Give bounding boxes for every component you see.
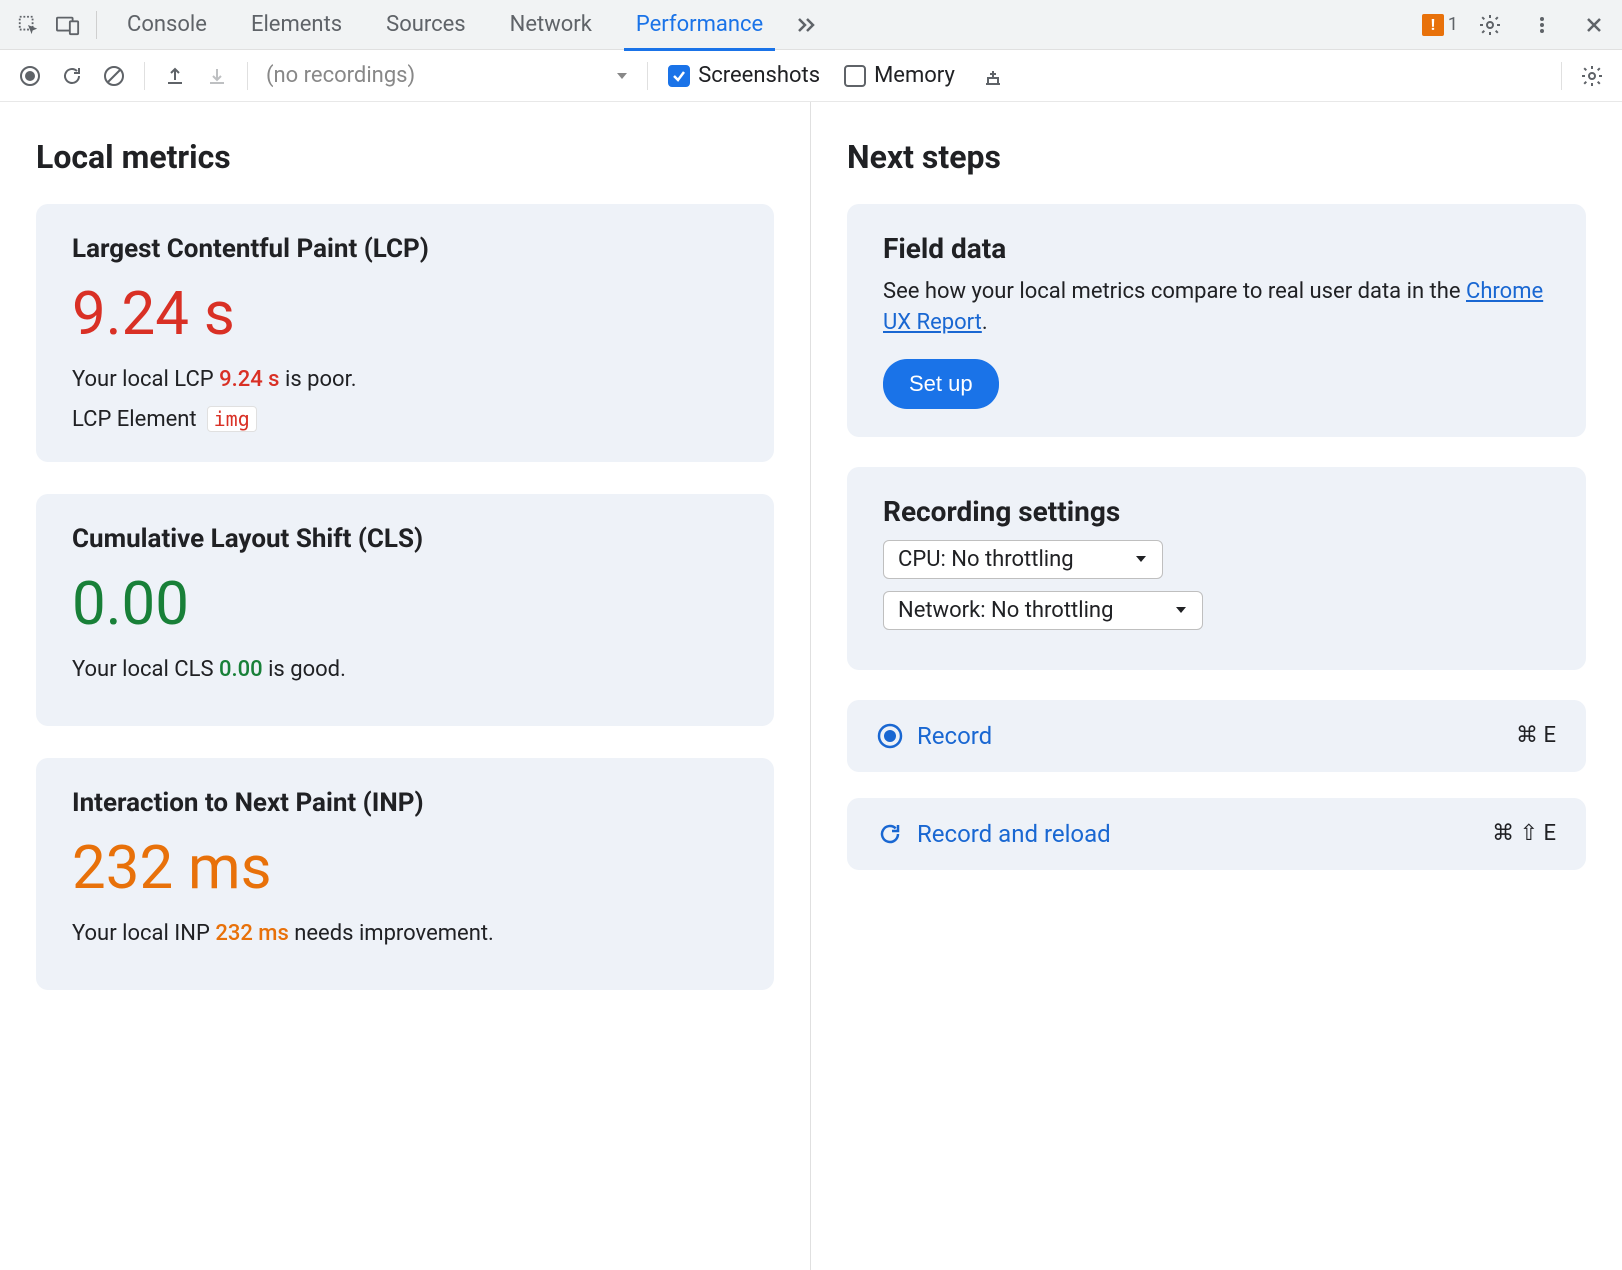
inp-name: Interaction to Next Paint (INP) <box>72 788 738 818</box>
record-label: Record <box>917 722 992 750</box>
cls-card: Cumulative Layout Shift (CLS) 0.00 Your … <box>36 494 774 726</box>
inp-card: Interaction to Next Paint (INP) 232 ms Y… <box>36 758 774 990</box>
device-toggle-icon[interactable] <box>48 5 88 45</box>
lcp-name: Largest Contentful Paint (LCP) <box>72 234 738 264</box>
cls-name: Cumulative Layout Shift (CLS) <box>72 524 738 554</box>
screenshots-label: Screenshots <box>698 63 820 88</box>
next-steps-column: Next steps Field data See how your local… <box>811 102 1622 1270</box>
memory-checkbox[interactable]: Memory <box>844 63 955 88</box>
lcp-element-label: LCP Element <box>72 407 197 432</box>
reload-icon <box>877 821 903 847</box>
lcp-card: Largest Contentful Paint (LCP) 9.24 s Yo… <box>36 204 774 462</box>
chevron-down-icon <box>1134 552 1148 566</box>
cls-description: Your local CLS 0.00 is good. <box>72 657 738 682</box>
tab-performance[interactable]: Performance <box>614 0 785 50</box>
tab-network[interactable]: Network <box>488 0 614 50</box>
performance-toolbar: (no recordings) Screenshots Memory <box>0 50 1622 102</box>
divider <box>1561 62 1562 90</box>
lcp-element-row: LCP Element img <box>72 406 738 432</box>
cls-value: 0.00 <box>72 568 738 639</box>
warning-icon: ! <box>1422 14 1444 36</box>
field-data-card: Field data See how your local metrics co… <box>847 204 1586 437</box>
capture-settings-icon[interactable] <box>1574 58 1610 94</box>
more-tabs-icon[interactable] <box>785 5 825 45</box>
next-steps-title: Next steps <box>847 138 1586 176</box>
reload-icon[interactable] <box>54 58 90 94</box>
tab-console[interactable]: Console <box>105 0 229 50</box>
record-button[interactable]: Record ⌘ E <box>847 700 1586 772</box>
divider <box>144 62 145 90</box>
record-circle-icon <box>877 723 903 749</box>
divider <box>647 62 648 90</box>
setup-button[interactable]: Set up <box>883 359 999 409</box>
checkbox-icon <box>844 65 866 87</box>
download-icon[interactable] <box>199 58 235 94</box>
screenshots-checkbox[interactable]: Screenshots <box>668 63 820 88</box>
chevron-down-icon <box>615 69 629 83</box>
issues-badge[interactable]: ! 1 <box>1422 14 1458 36</box>
divider <box>247 62 248 90</box>
lcp-element-tag[interactable]: img <box>207 406 257 432</box>
cpu-throttling-select[interactable]: CPU: No throttling <box>883 540 1163 579</box>
local-metrics-title: Local metrics <box>36 138 774 176</box>
lcp-value: 9.24 s <box>72 278 738 349</box>
recording-settings-title: Recording settings <box>883 495 1550 528</box>
upload-icon[interactable] <box>157 58 193 94</box>
issues-count: 1 <box>1448 14 1458 35</box>
record-reload-label: Record and reload <box>917 820 1111 848</box>
tab-elements[interactable]: Elements <box>229 0 364 50</box>
divider <box>96 11 97 39</box>
record-icon[interactable] <box>12 58 48 94</box>
garbage-collect-icon[interactable] <box>975 58 1011 94</box>
network-throttling-select[interactable]: Network: No throttling <box>883 591 1203 630</box>
settings-icon[interactable] <box>1470 5 1510 45</box>
lcp-description: Your local LCP 9.24 s is poor. <box>72 367 738 392</box>
tab-sources[interactable]: Sources <box>364 0 488 50</box>
inp-description: Your local INP 232 ms needs improvement. <box>72 921 738 946</box>
field-data-title: Field data <box>883 232 1550 265</box>
recordings-placeholder: (no recordings) <box>266 63 415 88</box>
chevron-down-icon <box>1174 603 1188 617</box>
inspect-icon[interactable] <box>8 5 48 45</box>
devtools-tabbar: Console Elements Sources Network Perform… <box>0 0 1622 50</box>
cpu-select-value: CPU: No throttling <box>898 547 1074 572</box>
record-reload-shortcut: ⌘ ⇧ E <box>1492 821 1556 846</box>
network-select-value: Network: No throttling <box>898 598 1113 623</box>
memory-label: Memory <box>874 63 955 88</box>
more-menu-icon[interactable] <box>1522 5 1562 45</box>
local-metrics-column: Local metrics Largest Contentful Paint (… <box>0 102 811 1270</box>
performance-content: Local metrics Largest Contentful Paint (… <box>0 102 1622 1270</box>
inp-value: 232 ms <box>72 832 738 903</box>
record-reload-button[interactable]: Record and reload ⌘ ⇧ E <box>847 798 1586 870</box>
close-icon[interactable] <box>1574 5 1614 45</box>
recording-settings-card: Recording settings CPU: No throttling Ne… <box>847 467 1586 670</box>
field-data-description: See how your local metrics compare to re… <box>883 277 1550 339</box>
record-shortcut: ⌘ E <box>1516 723 1556 748</box>
clear-icon[interactable] <box>96 58 132 94</box>
checkbox-icon <box>668 65 690 87</box>
recordings-dropdown[interactable]: (no recordings) <box>260 63 635 88</box>
